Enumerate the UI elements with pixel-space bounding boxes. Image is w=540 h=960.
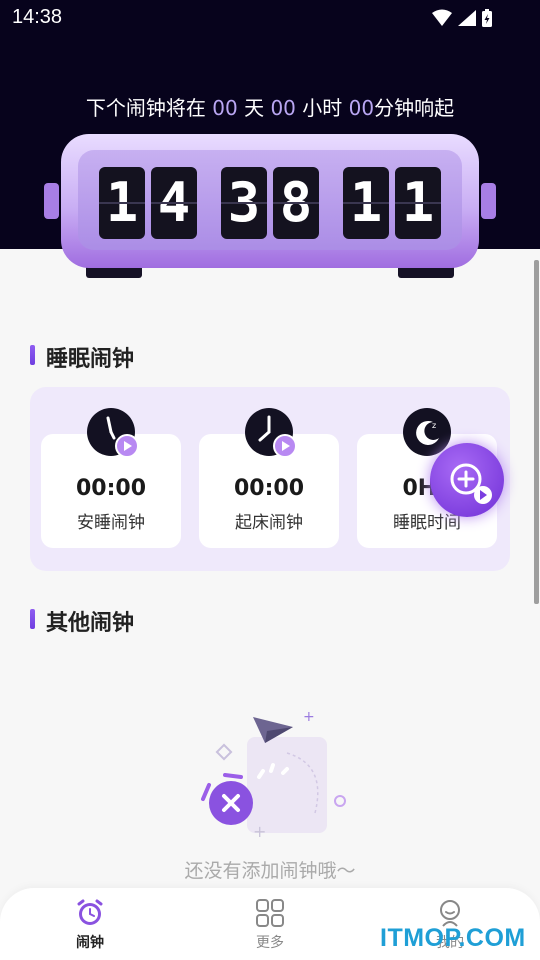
status-bar: 14:38 bbox=[0, 0, 540, 36]
nav-label-more: 更多 bbox=[256, 935, 284, 951]
add-alarm-icon bbox=[450, 463, 492, 504]
clock-digit-hour-ones: 4 bbox=[151, 167, 197, 239]
sleep-alarm-title-text: 睡眠闹钟 bbox=[46, 347, 135, 372]
signal-icon bbox=[458, 10, 476, 26]
clock-digit-minute-tens: 3 bbox=[221, 167, 267, 239]
next-alarm-minutes: 00 bbox=[348, 96, 375, 120]
bedtime-alarm-label: 安睡闹钟 bbox=[77, 513, 145, 533]
wakeup-alarm-time: 00:00 bbox=[233, 476, 305, 501]
battery-charging-icon bbox=[482, 9, 492, 27]
svg-text:+: + bbox=[253, 822, 266, 841]
empty-state-text: 还没有添加闹钟哦～ bbox=[184, 860, 356, 882]
next-alarm-countdown-text: 下个闹钟将在 00 天 00 小时 00分钟响起 bbox=[0, 92, 540, 121]
nav-item-alarm[interactable]: 闹钟 bbox=[50, 896, 130, 956]
wakeup-clock-play-icon bbox=[245, 408, 297, 458]
status-time: 14:38 bbox=[12, 6, 63, 28]
svg-text:+: + bbox=[303, 709, 315, 725]
add-alarm-fab[interactable] bbox=[430, 443, 504, 517]
empty-state-illustration: + + bbox=[201, 709, 346, 841]
clock-digit-minute-ones: 8 bbox=[273, 167, 319, 239]
bedtime-alarm-time: 00:00 bbox=[75, 476, 147, 501]
nav-label-alarm: 闹钟 bbox=[76, 935, 104, 951]
play-badge-icon bbox=[115, 434, 139, 458]
nav-item-more[interactable]: 更多 bbox=[230, 896, 310, 956]
wakeup-alarm-label: 起床闹钟 bbox=[235, 513, 303, 533]
clock-digit-hour-tens: 1 bbox=[99, 167, 145, 239]
site-watermark: ITMOP.COM bbox=[380, 924, 526, 952]
clock-digit-second-ones: 1 bbox=[395, 167, 441, 239]
clock-digit-second-tens: 1 bbox=[343, 167, 389, 239]
next-alarm-hours-unit: 小时 bbox=[295, 96, 349, 120]
clock-side-knob-right bbox=[481, 183, 496, 219]
play-badge-icon bbox=[273, 434, 297, 458]
clock-side-knob-left bbox=[44, 183, 59, 219]
scrollbar[interactable] bbox=[534, 260, 539, 604]
bedtime-clock-play-icon bbox=[87, 408, 139, 458]
next-alarm-prefix: 下个闹钟将在 bbox=[85, 96, 213, 120]
section-accent-bar bbox=[30, 345, 35, 365]
wifi-icon bbox=[432, 9, 452, 26]
svg-text:z: z bbox=[432, 421, 436, 430]
next-alarm-days-unit: 天 bbox=[237, 96, 271, 120]
section-accent-bar bbox=[30, 609, 35, 629]
other-alarm-title-text: 其他闹钟 bbox=[46, 611, 135, 636]
next-alarm-days: 00 bbox=[212, 96, 238, 120]
grid-icon bbox=[256, 899, 284, 927]
alarm-clock-icon bbox=[77, 899, 103, 925]
next-alarm-minutes-unit: 分钟响起 bbox=[374, 96, 455, 120]
next-alarm-hours: 00 bbox=[270, 96, 296, 120]
